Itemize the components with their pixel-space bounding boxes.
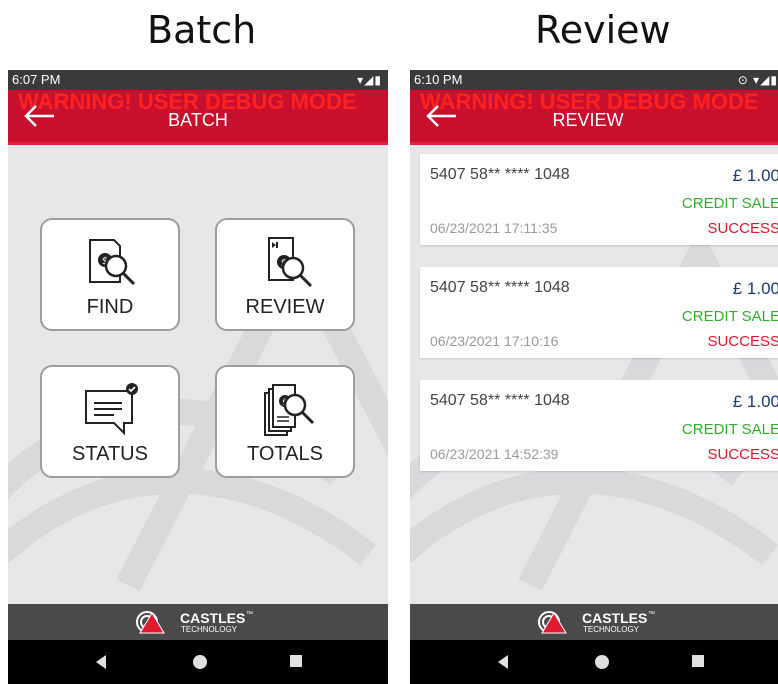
signal-battery-icon: ▾◢▮ <box>357 73 382 87</box>
totals-tile[interactable]: $ TOTALS <box>215 365 355 478</box>
status-label: STATUS <box>72 443 148 465</box>
transaction-card[interactable]: 5407 58** **** 1048 £ 1.00 CREDIT SALE 0… <box>420 380 778 471</box>
transaction-type: CREDIT SALE <box>681 421 778 438</box>
nav-recents-icon[interactable] <box>691 654 705 668</box>
review-label: REVIEW <box>245 296 325 318</box>
status-time: 6:10 PM <box>414 72 463 87</box>
system-nav-bar <box>410 640 778 684</box>
nav-home-icon[interactable] <box>192 654 208 670</box>
nav-home-icon[interactable] <box>594 654 610 670</box>
totals-label: TOTALS <box>247 443 323 465</box>
castles-logo: CASTLES ™ TECHNOLOGY <box>538 610 655 634</box>
caption-batch: Batch <box>147 8 257 52</box>
status-bar: 6:07 PM ▾◢▮ <box>8 70 388 90</box>
amount: £ 1.00 <box>732 166 778 185</box>
amount: £ 1.00 <box>732 392 778 411</box>
status-bar: 6:10 PM ⊙ ▾◢▮ <box>410 70 778 90</box>
card-number: 5407 58** **** 1048 <box>430 279 570 296</box>
nav-back-icon[interactable] <box>496 654 510 670</box>
batch-phone: 6:07 PM ▾◢▮ WARNING! USER DEBUG MODE BAT… <box>8 70 388 684</box>
review-tile[interactable]: $ REVIEW <box>215 218 355 331</box>
system-nav-bar <box>8 640 388 684</box>
app-bar: WARNING! USER DEBUG MODE BATCH <box>8 89 388 145</box>
review-phone: 6:10 PM ⊙ ▾◢▮ WARNING! USER DEBUG MODE R… <box>410 70 778 684</box>
page-title: BATCH <box>168 110 228 130</box>
svg-text:CASTLES: CASTLES <box>582 610 647 626</box>
svg-text:™: ™ <box>246 611 253 618</box>
transaction-result: SUCCESS <box>707 333 778 350</box>
status-time: 6:07 PM <box>12 72 61 87</box>
find-label: FIND <box>86 296 134 318</box>
transaction-type: CREDIT SALE <box>681 195 778 212</box>
transaction-datetime: 06/23/2021 17:11:35 <box>430 220 558 236</box>
card-number: 5407 58** **** 1048 <box>430 166 570 183</box>
caption-review: Review <box>535 8 671 52</box>
transaction-datetime: 06/23/2021 14:52:39 <box>430 446 559 462</box>
signal-battery-icon: ⊙ ▾◢▮ <box>737 73 778 87</box>
transaction-card[interactable]: 5407 58** **** 1048 £ 1.00 CREDIT SALE 0… <box>420 267 778 358</box>
nav-recents-icon[interactable] <box>289 654 303 668</box>
find-icon: $ <box>89 239 136 286</box>
transaction-datetime: 06/23/2021 17:10:16 <box>430 333 559 349</box>
find-tile[interactable]: $ FIND <box>40 218 180 331</box>
status-tile[interactable]: STATUS <box>40 365 180 478</box>
svg-text:™: ™ <box>648 611 655 618</box>
batch-content: $ FIND $ REVIEW STAT <box>8 145 388 604</box>
svg-text:CASTLES: CASTLES <box>180 610 245 626</box>
transaction-result: SUCCESS <box>707 220 778 237</box>
card-number: 5407 58** **** 1048 <box>430 392 570 409</box>
castles-logo: CASTLES ™ TECHNOLOGY <box>136 610 253 634</box>
transaction-result: SUCCESS <box>707 446 778 463</box>
brand-footer: CASTLES ™ TECHNOLOGY <box>8 604 388 640</box>
brand-footer: CASTLES ™ TECHNOLOGY <box>410 604 778 640</box>
transaction-card[interactable]: 5407 58** **** 1048 £ 1.00 CREDIT SALE 0… <box>420 154 778 245</box>
svg-text:TECHNOLOGY: TECHNOLOGY <box>583 625 640 634</box>
nav-back-icon[interactable] <box>94 654 108 670</box>
app-bar: WARNING! USER DEBUG MODE REVIEW <box>410 89 778 145</box>
review-content: 5407 58** **** 1048 £ 1.00 CREDIT SALE 0… <box>410 145 778 604</box>
transaction-type: CREDIT SALE <box>681 308 778 325</box>
totals-icon: $ <box>264 384 315 436</box>
page-title: REVIEW <box>552 110 624 130</box>
amount: £ 1.00 <box>732 279 778 298</box>
review-icon: $ <box>268 237 313 288</box>
status-icon <box>85 383 138 436</box>
svg-text:TECHNOLOGY: TECHNOLOGY <box>181 625 238 634</box>
